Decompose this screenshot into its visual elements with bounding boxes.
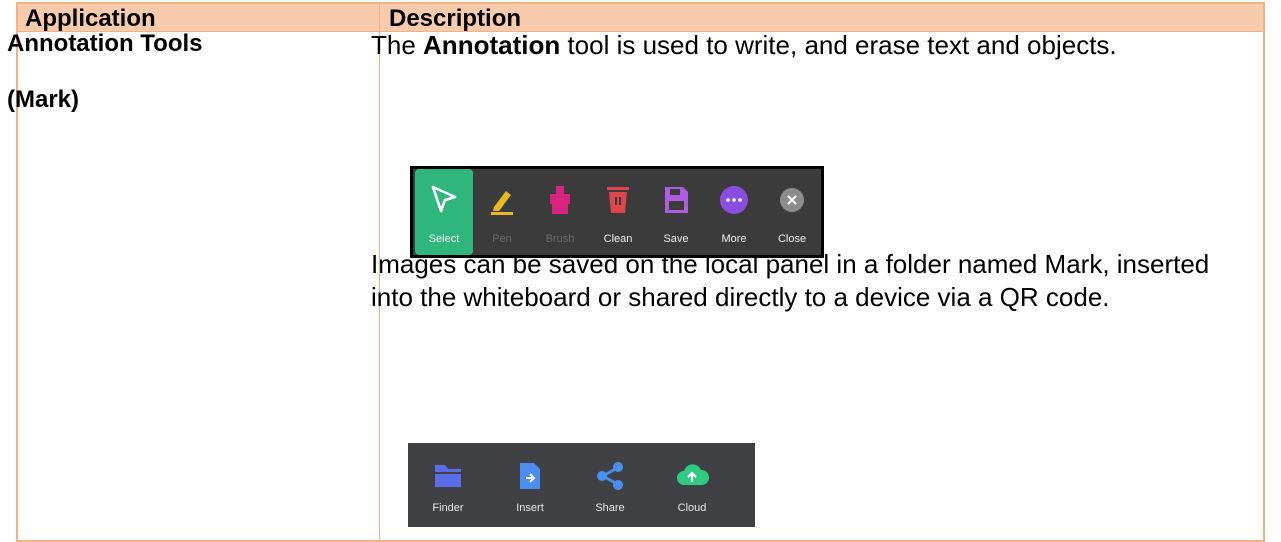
brush-icon [550,186,570,214]
tool-label: Share [595,502,625,514]
desc-text-post: tool is used to write, and erase text an… [560,30,1117,60]
more-dots-icon [720,186,748,214]
tool-save-button[interactable]: Save [647,169,705,255]
trash-icon [607,187,629,213]
tool-close-button[interactable]: Close [763,169,821,255]
tool-label: Pen [492,233,512,245]
application-name: Annotation Tools [7,30,203,57]
header-description: Description [389,5,522,32]
tool-label: Finder [432,502,464,514]
tool-label: Clean [603,233,633,245]
tool-label: Save [663,233,689,245]
tool-label: Close [777,233,807,245]
pen-icon [491,191,513,215]
share-icon [597,462,623,490]
annotation-toolbar: Select Pen Brush Clean Save More Close [410,166,824,258]
application-subname: (Mark) [7,86,80,113]
tool-share-button[interactable]: Share [580,443,640,527]
tool-label: Insert [516,502,544,514]
desc-text-pre: The [371,30,424,60]
insert-file-icon [520,463,540,489]
tool-cloud-button[interactable]: Cloud [662,443,722,527]
tool-brush-button[interactable]: Brush [531,169,589,255]
header-application: Application [25,5,156,32]
tool-insert-button[interactable]: Insert [500,443,560,527]
tool-select-button[interactable]: Select [415,169,473,255]
cursor-arrow-icon [431,185,457,213]
tool-more-button[interactable]: More [705,169,763,255]
tool-pen-button[interactable]: Pen [473,169,531,255]
folder-icon [435,465,461,487]
desc-text-bold: Annotation [423,30,561,60]
close-icon [780,188,804,212]
save-toolbar: Finder Insert Share Cloud [408,443,755,527]
tool-label: Brush [545,233,575,245]
save-icon [665,187,688,213]
tool-label: Cloud [677,502,707,514]
tool-label: More [721,233,747,245]
tool-finder-button[interactable]: Finder [418,443,478,527]
tool-label: Select [428,233,460,245]
table-header-row: Application Description [18,4,1263,32]
tool-clean-button[interactable]: Clean [589,169,647,255]
cloud-upload-icon [677,464,709,485]
description-annotation: The Annotation tool is used to write, an… [371,29,1231,62]
